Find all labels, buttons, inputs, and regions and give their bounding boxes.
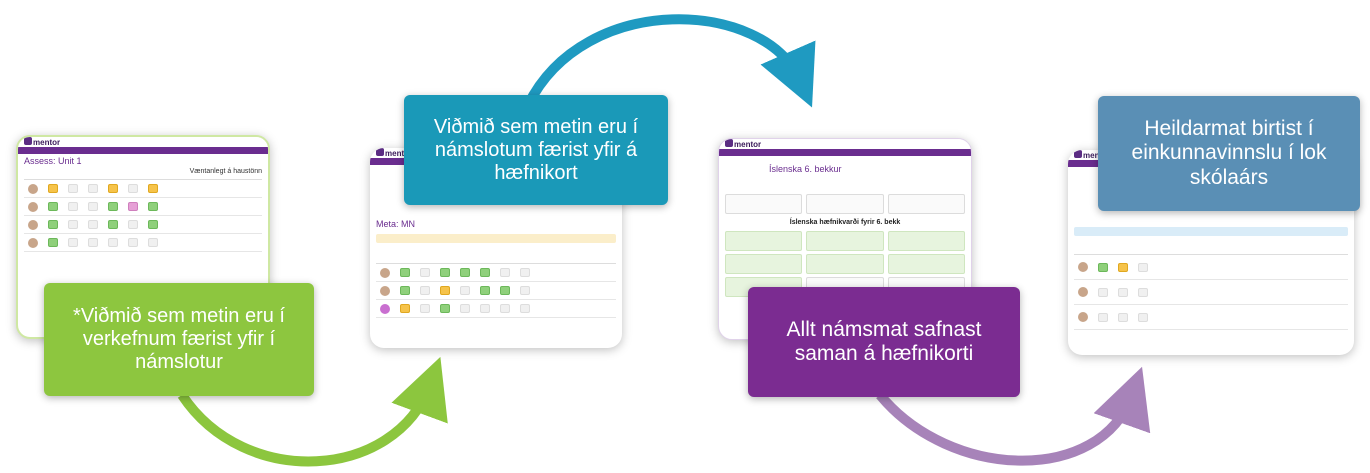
mentor-logo: mentor: [725, 139, 761, 149]
logo-icon: [24, 137, 32, 145]
screen-topbar: mentor: [18, 137, 268, 147]
table-row: [24, 216, 262, 234]
step4-label: Heildarmat birtist í einkunnavinnslu í l…: [1098, 96, 1360, 211]
avatar: [1078, 262, 1088, 272]
screen-navbar: [719, 149, 971, 156]
criteria-grid: [376, 263, 616, 318]
logo-icon: [1074, 150, 1082, 158]
table-row: [24, 198, 262, 216]
warning-banner: [376, 234, 616, 243]
logo-icon: [725, 139, 733, 147]
screen-navbar: [18, 147, 268, 154]
avatar: [1078, 312, 1088, 322]
avatar: [28, 237, 38, 248]
card-row: [725, 254, 965, 274]
arrow-green-bottom: [177, 356, 448, 467]
table-row: [24, 234, 262, 252]
arrow-teal-top: [523, 14, 816, 108]
assessment-grid: [24, 179, 262, 252]
arrow-lilac-bottom: [876, 366, 1151, 466]
card-row: [725, 194, 965, 214]
step3-label: Allt námsmat safnast saman á hæfnikorti: [748, 287, 1020, 397]
table-row: [1074, 280, 1348, 305]
step1-label: *Viðmið sem metin eru í verkefnum færist…: [44, 283, 314, 396]
grades-grid: [1074, 254, 1348, 330]
table-row: [24, 180, 262, 198]
avatar: [28, 219, 38, 230]
avatar: [28, 183, 38, 194]
step2-label: Viðmið sem metin eru í námslotum færist …: [404, 95, 668, 205]
screen-heading: Assess: Unit 1: [24, 156, 82, 166]
avatar: [380, 267, 390, 278]
table-row: [1074, 255, 1348, 280]
screen-topbar: mentor: [719, 139, 971, 149]
avatar: [380, 303, 390, 314]
screen-heading: Íslenska 6. bekkur: [769, 164, 842, 174]
screen-subtitle: Væntanlegt á haustönn: [189, 168, 262, 175]
table-row: [376, 300, 616, 318]
table-row: [376, 282, 616, 300]
avatar: [1078, 287, 1088, 297]
mentor-logo: mentor: [24, 137, 60, 147]
section-title: Íslenska hæfnikvarði fyrir 6. bekk: [789, 219, 901, 226]
card-row: [725, 231, 965, 251]
avatar: [28, 201, 38, 212]
table-row: [376, 264, 616, 282]
info-banner: [1074, 227, 1348, 236]
avatar: [380, 285, 390, 296]
table-row: [1074, 305, 1348, 330]
logo-icon: [376, 148, 384, 156]
screen-heading: Meta: MN: [376, 219, 416, 229]
